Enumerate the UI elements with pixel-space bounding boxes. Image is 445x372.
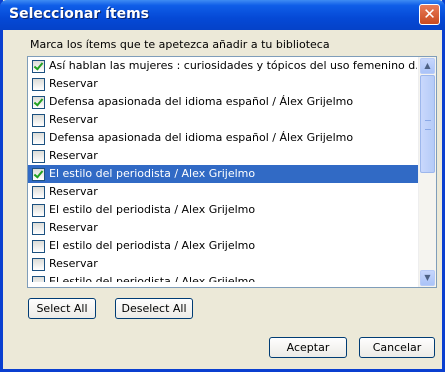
chevron-up-icon: ▲ [424, 61, 431, 70]
instructions-label: Marca los ítems que te apetezca añadir a… [30, 38, 330, 51]
list-item[interactable]: El estilo del periodista / Alex Grijelmo [28, 273, 419, 282]
list-item[interactable]: Reservar [28, 219, 419, 237]
list-item[interactable]: El estilo del periodista / Alex Grijelmo [28, 201, 419, 219]
select-all-button[interactable]: Select All [28, 298, 96, 319]
item-checkbox[interactable] [32, 276, 45, 282]
item-checkbox[interactable] [32, 132, 45, 145]
item-checkbox[interactable] [32, 240, 45, 253]
grip-icon [425, 120, 431, 130]
item-label: El estilo del periodista / Alex Grijelmo [49, 203, 256, 216]
ok-button[interactable]: Aceptar [269, 337, 347, 358]
title-bar[interactable]: Seleccionar ítems ✕ [0, 0, 445, 30]
item-checkbox[interactable] [32, 96, 45, 109]
item-checkbox[interactable] [32, 186, 45, 199]
list-item[interactable]: Defensa apasionada del idioma español / … [28, 129, 419, 147]
window-title: Seleccionar ítems [9, 6, 149, 22]
scroll-thumb[interactable] [420, 75, 435, 173]
item-label: Reservar [49, 257, 98, 270]
cancel-button[interactable]: Cancelar [359, 337, 435, 358]
item-label: Reservar [49, 185, 98, 198]
item-checkbox[interactable] [32, 60, 45, 73]
list-item[interactable]: Defensa apasionada del idioma español / … [28, 93, 419, 111]
item-label: Reservar [49, 149, 98, 162]
items-list[interactable]: Así hablan las mujeres : curiosidades y … [27, 56, 437, 288]
scroll-down-button[interactable]: ▼ [420, 270, 435, 286]
close-button[interactable]: ✕ [419, 4, 440, 25]
list-item[interactable]: Reservar [28, 147, 419, 165]
list-item[interactable]: Así hablan las mujeres : curiosidades y … [28, 57, 419, 75]
item-label: Defensa apasionada del idioma español / … [49, 95, 354, 108]
list-item[interactable]: El estilo del periodista / Alex Grijelmo [28, 165, 419, 183]
item-label: Reservar [49, 221, 98, 234]
item-checkbox[interactable] [32, 150, 45, 163]
item-checkbox[interactable] [32, 168, 45, 181]
chevron-down-icon: ▼ [424, 273, 431, 282]
scroll-up-button[interactable]: ▲ [420, 58, 435, 74]
item-label: Reservar [49, 113, 98, 126]
vertical-scrollbar[interactable]: ▲ ▼ [418, 57, 436, 287]
list-item[interactable]: Reservar [28, 111, 419, 129]
items-rows: Así hablan las mujeres : curiosidades y … [28, 57, 419, 282]
item-label: Defensa apasionada del idioma español / … [49, 131, 354, 144]
item-label: Reservar [49, 77, 98, 90]
dialog-window: Seleccionar ítems ✕ Marca los ítems que … [0, 0, 445, 372]
item-checkbox[interactable] [32, 258, 45, 271]
deselect-all-button[interactable]: Deselect All [115, 298, 193, 319]
item-checkbox[interactable] [32, 222, 45, 235]
close-icon: ✕ [423, 5, 436, 23]
list-item[interactable]: Reservar [28, 183, 419, 201]
list-item[interactable]: El estilo del periodista / Alex Grijelmo [28, 237, 419, 255]
item-checkbox[interactable] [32, 78, 45, 91]
item-checkbox[interactable] [32, 114, 45, 127]
list-item[interactable]: Reservar [28, 255, 419, 273]
item-label: El estilo del periodista / Alex Grijelmo [49, 167, 256, 180]
item-label: El estilo del periodista / Alex Grijelmo [49, 275, 256, 282]
item-label: Así hablan las mujeres : curiosidades y … [49, 59, 417, 72]
list-item[interactable]: Reservar [28, 75, 419, 93]
item-label: El estilo del periodista / Alex Grijelmo [49, 239, 256, 252]
item-checkbox[interactable] [32, 204, 45, 217]
